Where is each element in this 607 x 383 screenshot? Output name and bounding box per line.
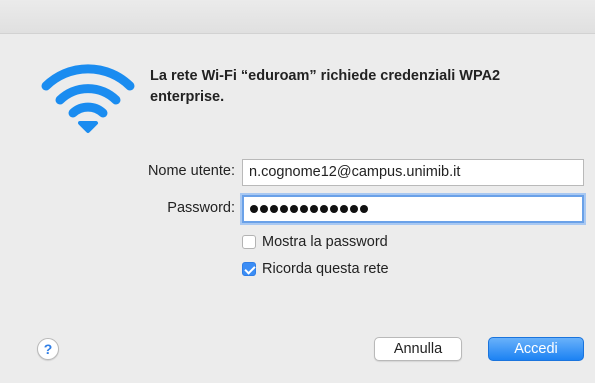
show-password-option[interactable]: Mostra la password [242,234,388,250]
dialog-titlebar [0,0,595,34]
show-password-checkbox[interactable] [242,235,256,249]
password-dot [340,205,348,213]
password-dot [250,205,258,213]
password-dot [350,205,358,213]
password-dot [300,205,308,213]
password-field[interactable] [242,195,584,223]
wifi-icon [41,64,135,133]
password-dot [290,205,298,213]
remember-network-option[interactable]: Ricorda questa rete [242,261,389,277]
password-dot [360,205,368,213]
password-dot [280,205,288,213]
cancel-button[interactable]: Annulla [374,337,462,361]
remember-network-checkbox[interactable] [242,262,256,276]
connect-button[interactable]: Accedi [488,337,584,361]
password-label: Password: [167,200,235,216]
password-dot [330,205,338,213]
help-button[interactable]: ? [37,338,59,360]
remember-network-label: Ricorda questa rete [262,261,389,277]
password-masked-value [250,197,576,221]
username-field[interactable]: n.cognome12@campus.unimib.it [242,159,584,186]
password-dot [310,205,318,213]
password-dot [260,205,268,213]
dialog-message: La rete Wi-Fi “eduroam” richiede credenz… [150,68,501,105]
show-password-label: Mostra la password [262,234,388,250]
username-label: Nome utente: [147,163,235,179]
password-dot [320,205,328,213]
wifi-credentials-dialog: La rete Wi-Fi “eduroam” richiede credenz… [0,0,595,383]
password-dot [270,205,278,213]
